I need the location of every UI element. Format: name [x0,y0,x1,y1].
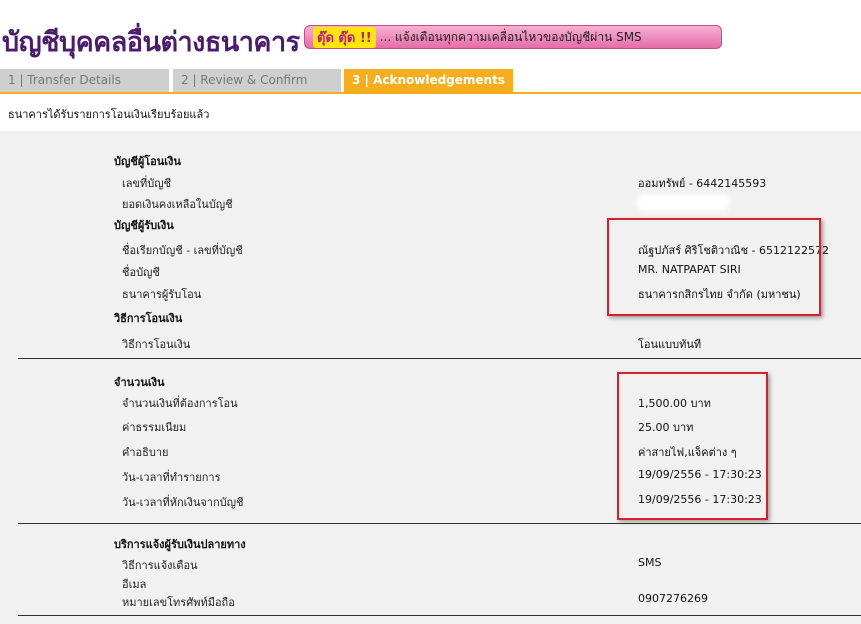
account-number-label: เลขที่บัญชี [122,177,172,190]
debit-date-label: วัน-เวลาที่หักเงินจากบัญชี [122,496,244,509]
confirmation-message: ธนาคารได้รับรายการโอนเงินเรียบร้อยแล้ว [8,108,210,121]
transfer-method-title: วิธีการโอนเงิน [114,312,183,325]
recipient-bank-label: ธนาคารผู้รับโอน [122,288,202,301]
description-label: คำอธิบาย [122,446,169,459]
notify-method-label: วิธีการแจ้งเตือน [122,559,198,572]
balance-redaction [640,198,726,207]
page-title: บัญชีบุคคลอื่นต่างธนาคาร [2,27,300,58]
tab-acknowledgements[interactable]: 3 | Acknowledgements [344,69,513,92]
amount-title: จำนวนเงิน [114,376,165,389]
balance-label: ยอดเงินคงเหลือในบัญชี [122,198,233,211]
section-divider [18,358,861,359]
transfer-method-label: วิธีการโอนเงิน [122,338,191,351]
recipient-highlight-box [607,218,821,316]
tab-review-confirm[interactable]: 2 | Review & Confirm [173,69,341,92]
amount-highlight-box [617,372,768,520]
tab-transfer-details[interactable]: 1 | Transfer Details [0,69,169,92]
section-divider [18,615,861,616]
account-name-label: ชื่อบัญชี [122,266,160,279]
from-account-title: บัญชีผู้โอนเงิน [114,155,181,168]
phone-value: 0907276269 [638,592,708,605]
transfer-method-value: โอนแบบทันที [638,338,702,351]
promo-highlight: ตุ๊ด ตุ๊ด !! [313,26,376,48]
step-tabs: 1 | Transfer Details 2 | Review & Confir… [0,69,861,92]
recipient-nickname-label: ชื่อเรียกบัญชี - เลขที่บัญชี [122,244,243,257]
transaction-date-label: วัน-เวลาที่ทำรายการ [122,471,221,484]
sms-promo-banner[interactable]: ตุ๊ด ตุ๊ด !! ... แจ้งเตือนทุกความเคลื่อน… [304,25,722,49]
amount-label: จำนวนเงินที่ต้องการโอน [122,397,238,410]
section-divider [18,523,861,524]
promo-text: ... แจ้งเตือนทุกความเคลื่อนไหวของบัญชีผ่… [379,29,642,44]
account-number-value: ออมทรัพย์ - 6442145593 [638,177,767,190]
phone-label: หมายเลขโทรศัพท์มือถือ [122,596,235,609]
email-label: อีเมล [122,578,147,591]
to-account-title: บัญชีผู้รับเงิน [114,219,174,232]
notification-title: บริการแจ้งผู้รับเงินปลายทาง [114,538,246,551]
notify-method-value: SMS [638,556,662,569]
tab-underline [0,92,861,94]
fee-label: ค่าธรรมเนียม [122,421,187,434]
